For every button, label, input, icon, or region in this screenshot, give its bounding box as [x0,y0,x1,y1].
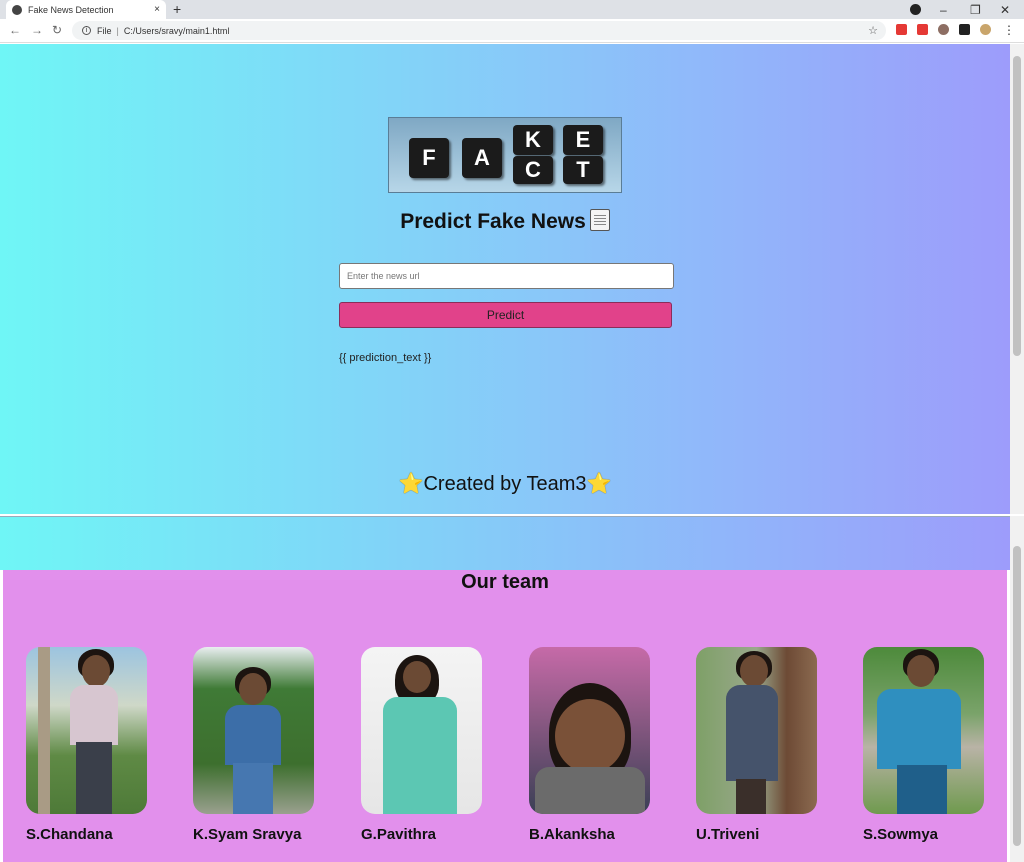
browser-tab[interactable]: Fake News Detection × [6,0,166,19]
extension-icon-2[interactable] [917,24,928,35]
tab-title: Fake News Detection [28,4,114,15]
window-close-button[interactable]: ✕ [1000,0,1010,19]
team-member: B.Akanksha [529,647,669,843]
page-scrollbar[interactable] [1010,44,1024,514]
address-separator: | [116,25,119,36]
created-by-line: ⭐Created by Team3⭐ [0,471,1010,496]
profile-icon[interactable] [910,4,921,15]
address-prefix: File [97,25,112,36]
scrollbar-thumb[interactable] [1013,56,1021,356]
team-title: Our team [461,571,549,593]
forward-button[interactable]: → [31,23,43,37]
created-by-text: Created by Team3 [423,473,587,495]
member-photo [529,647,650,814]
extension-icon-3[interactable] [938,24,949,35]
member-photo [696,647,817,814]
browser-toolbar: ← → ↻ i File | C:/Users/sravy/main1.html… [0,19,1024,43]
team-member: G.Pavithra [361,647,501,843]
logo-tile: K [513,125,553,155]
team-member: S.Chandana [26,647,166,843]
star-icon: ⭐ [586,473,612,495]
browser-menu-icon[interactable]: ⋮ [1003,23,1015,37]
member-photo [26,647,147,814]
logo-tile: C [513,156,553,184]
address-url: C:/Users/sravy/main1.html [123,25,230,36]
member-photo [361,647,482,814]
section-divider-strip [0,516,1010,570]
tab-close-icon[interactable]: × [154,4,160,15]
newspaper-icon [589,209,610,231]
minimize-button[interactable]: – [940,0,947,19]
predict-button[interactable]: Predict [339,302,672,328]
bookmark-star-icon[interactable]: ☆ [868,24,878,37]
user-avatar-icon[interactable] [980,24,991,35]
prediction-output: {{ prediction_text }} [339,352,432,364]
team-member: S.Sowmya [863,647,1003,843]
page-hero: F A K E C T Predict Fake News Predict {{… [0,44,1010,514]
extensions-puzzle-icon[interactable] [959,24,970,35]
logo-tile: E [563,125,603,155]
member-photo [193,647,314,814]
member-name: S.Sowmya [863,826,939,843]
fake-fact-logo: F A K E C T [388,117,622,193]
restore-button[interactable]: ❐ [970,0,981,19]
news-url-input[interactable] [339,263,674,289]
member-name: U.Triveni [696,826,760,843]
info-icon[interactable]: i [82,26,91,35]
reload-button[interactable]: ↻ [52,23,62,37]
logo-tile: F [409,138,449,178]
member-photo [863,647,984,814]
back-button[interactable]: ← [9,23,21,37]
page-title-text: Predict Fake News [400,210,586,233]
team-member: K.Syam Sravya [193,647,333,843]
star-icon: ⭐ [398,473,424,495]
logo-tile: A [462,138,502,178]
team-member: U.Triveni [696,647,836,843]
team-section: Our team S.Chandana K.Syam Sravya G.Pavi… [3,570,1007,862]
member-name: B.Akanksha [529,826,615,843]
scrollbar-thumb[interactable] [1013,546,1021,846]
browser-tab-bar: Fake News Detection × + – ❐ ✕ [0,0,1024,19]
member-name: G.Pavithra [361,826,437,843]
member-name: S.Chandana [26,826,113,843]
globe-icon [12,4,22,15]
logo-tile: T [563,156,603,184]
new-tab-button[interactable]: + [173,1,181,17]
address-bar[interactable]: i File | C:/Users/sravy/main1.html ☆ [72,21,886,40]
extension-icon-1[interactable] [896,24,907,35]
page-title: Predict Fake News [0,209,1010,234]
section-scrollbar[interactable] [1010,516,1024,862]
member-name: K.Syam Sravya [193,826,302,843]
